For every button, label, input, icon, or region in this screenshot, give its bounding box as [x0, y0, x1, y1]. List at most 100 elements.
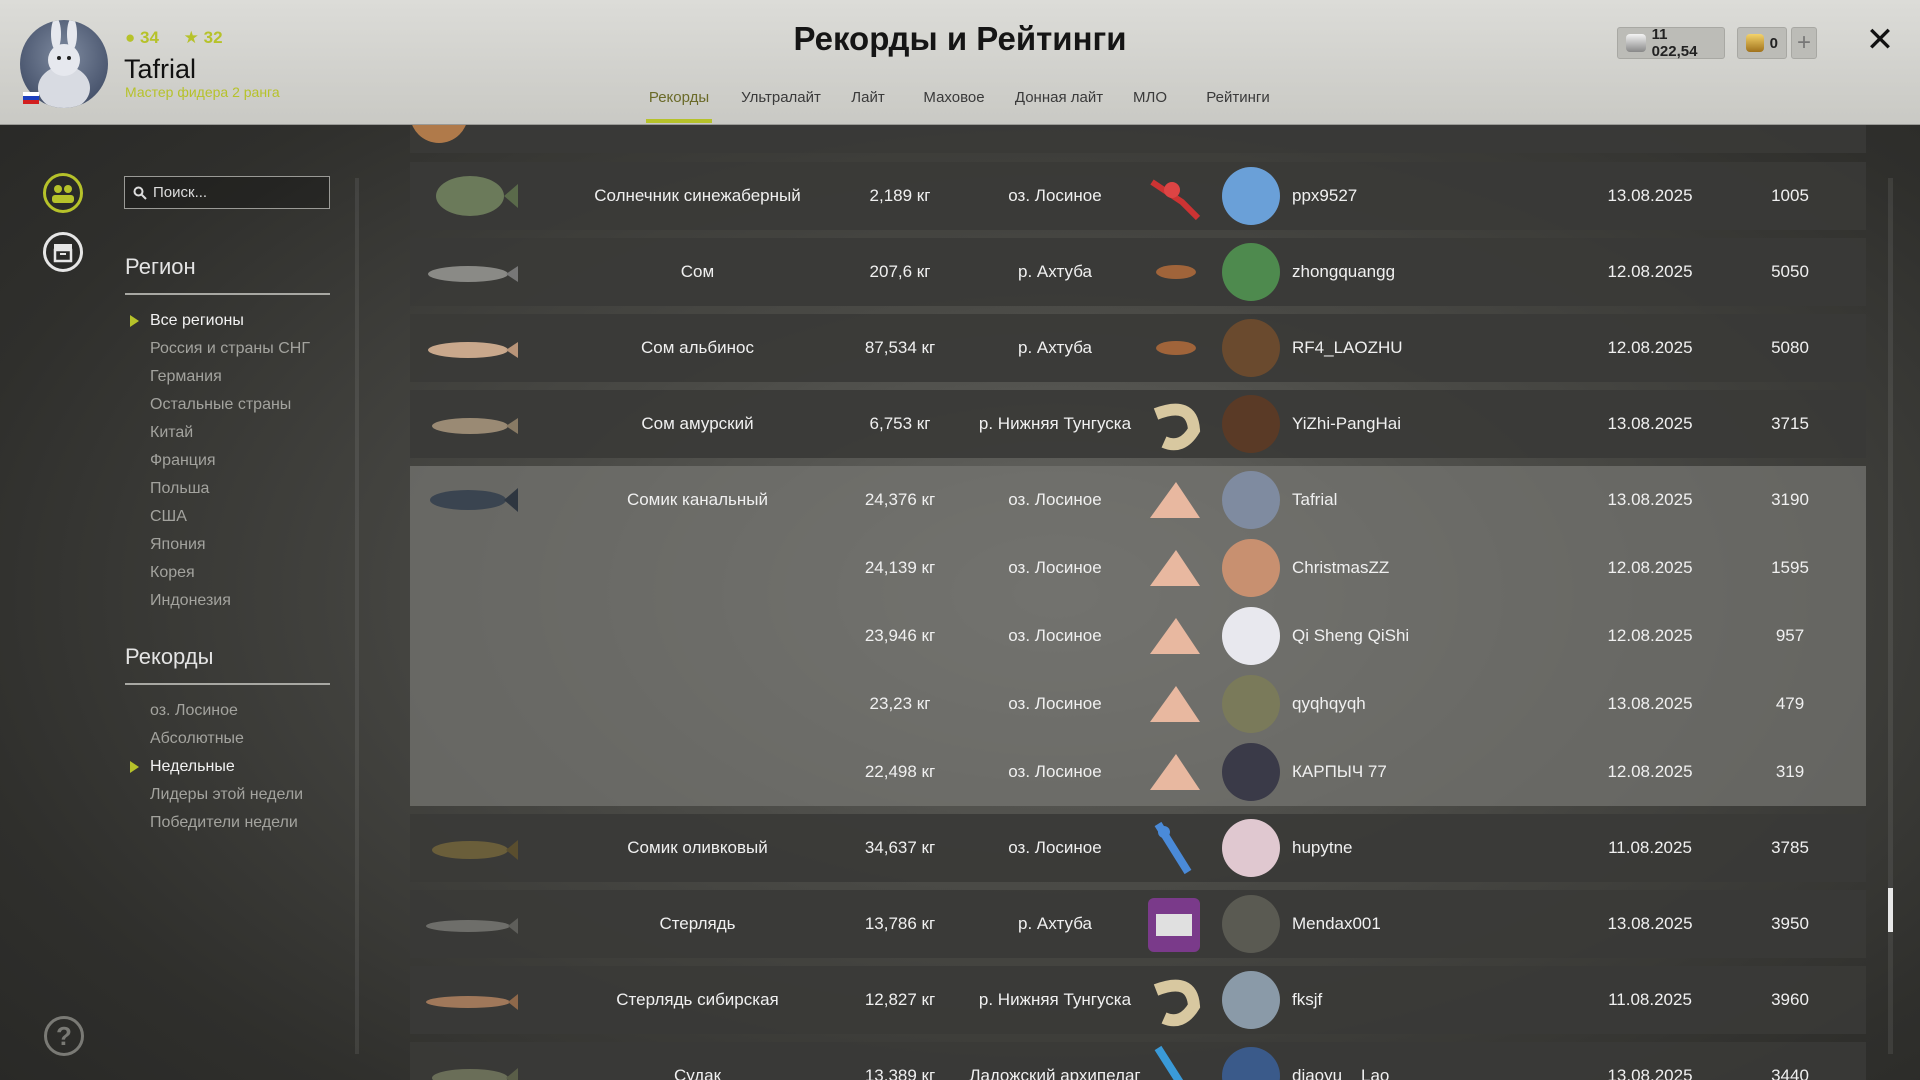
- region-section-title: Регион: [125, 254, 196, 279]
- catch-date: 12.08.2025: [1607, 262, 1693, 281]
- fish-weight: 24,376 кг: [864, 490, 936, 509]
- player-name[interactable]: fksjf: [1292, 966, 1542, 1034]
- tab-ratings[interactable]: Рейтинги: [1202, 89, 1274, 123]
- player-name[interactable]: RF4_LAOZHU: [1292, 314, 1542, 382]
- records-list: оз. Лосиное Абсолютные Недельные Лидеры …: [129, 697, 303, 837]
- location: р. Ахтуба: [1017, 262, 1093, 281]
- table-scrollbar-thumb[interactable]: [1888, 888, 1893, 932]
- tab-bottom-light[interactable]: Донная лайт: [1012, 89, 1106, 123]
- region-item-china[interactable]: Китай: [150, 419, 310, 447]
- catch-date: 13.08.2025: [1607, 914, 1693, 933]
- fish-cut-bait-icon: [1150, 754, 1200, 790]
- fish-weight: 23,946 кг: [864, 626, 936, 645]
- crayfish-lure-icon: [1154, 821, 1192, 875]
- player-avatar: [1222, 167, 1280, 225]
- table-row[interactable]: [410, 125, 1866, 153]
- fish-cut-bait-icon: [1150, 482, 1200, 518]
- tab-ultralight[interactable]: Ультралайт: [738, 89, 824, 123]
- sidebar-scrollbar[interactable]: [355, 178, 359, 1054]
- score: 1595: [1771, 558, 1809, 577]
- records-divider: [125, 683, 330, 685]
- records-item-week-winners[interactable]: Победители недели: [150, 809, 303, 837]
- gold-coin-icon: [1746, 34, 1764, 52]
- region-item-indonesia[interactable]: Индонезия: [150, 587, 310, 615]
- player-name[interactable]: ChristmasZZ: [1292, 534, 1542, 602]
- fish-sunfish-icon: [436, 176, 518, 216]
- fish-weight: 13,786 кг: [864, 914, 936, 933]
- table-row[interactable]: Стерлядь 13,786 кг р. Ахтуба Mendax001 1…: [410, 890, 1866, 958]
- player-avatar: [1222, 971, 1280, 1029]
- region-item-poland[interactable]: Польша: [150, 475, 310, 503]
- region-item-other[interactable]: Остальные страны: [150, 391, 310, 419]
- score: 479: [1775, 694, 1805, 713]
- search-box[interactable]: [124, 176, 330, 209]
- help-icon[interactable]: ?: [44, 1016, 84, 1056]
- region-item-germany[interactable]: Германия: [150, 363, 310, 391]
- player-name[interactable]: zhongquangg: [1292, 238, 1542, 306]
- player-name[interactable]: diaoyu__Lao: [1292, 1042, 1542, 1080]
- records-item-week-leaders[interactable]: Лидеры этой недели: [150, 781, 303, 809]
- search-input[interactable]: [153, 184, 323, 201]
- table-row[interactable]: Сом амурский 6,753 кг р. Нижняя Тунгуска…: [410, 390, 1866, 458]
- table-row[interactable]: Судак 13,389 кг Ладожский архипелаг diao…: [410, 1042, 1866, 1080]
- player-name[interactable]: ppx9527: [1292, 162, 1542, 230]
- player-name[interactable]: hupytne: [1292, 814, 1542, 882]
- location: оз. Лосиное: [1008, 558, 1102, 577]
- score: 3715: [1771, 414, 1809, 433]
- catch-date: 13.08.2025: [1607, 186, 1693, 205]
- location: оз. Лосиное: [1008, 838, 1102, 857]
- tab-float[interactable]: Маховое: [920, 89, 988, 123]
- fish-zander-icon: [432, 1068, 518, 1080]
- expanded-record-group[interactable]: Сомик канальный 24,376 кг оз. Лосиное Ta…: [410, 466, 1866, 806]
- player-name[interactable]: Mendax001: [1292, 890, 1542, 958]
- lure-icon: [1154, 1045, 1184, 1080]
- region-item-france[interactable]: Франция: [150, 447, 310, 475]
- page-title: Рекорды и Рейтинги: [793, 20, 1127, 57]
- fish-name: Сом альбинос: [641, 338, 754, 357]
- table-row[interactable]: Солнечник синежаберный 2,189 кг оз. Лоси…: [410, 162, 1866, 230]
- add-gold-button[interactable]: +: [1791, 27, 1817, 59]
- score: 3440: [1771, 1066, 1809, 1080]
- fish-name: Солнечник синежаберный: [594, 186, 801, 205]
- community-icon[interactable]: [43, 173, 83, 213]
- table-row[interactable]: Сомик оливковый 34,637 кг оз. Лосиное hu…: [410, 814, 1866, 882]
- fish-sterlet-icon: [426, 918, 518, 934]
- crayfish-bait-icon: [1156, 265, 1196, 279]
- table-row[interactable]: Сом 207,6 кг р. Ахтуба zhongquangg 12.08…: [410, 238, 1866, 306]
- region-item-usa[interactable]: США: [150, 503, 310, 531]
- archive-icon[interactable]: [43, 232, 83, 272]
- location: Ладожский архипелаг: [969, 1066, 1141, 1080]
- records-item-absolute[interactable]: Абсолютные: [150, 725, 303, 753]
- fish-albino-catfish-icon: [428, 342, 518, 358]
- player-name[interactable]: Tafrial: [1292, 466, 1542, 534]
- fish-weight: 207,6 кг: [869, 262, 931, 281]
- region-item-japan[interactable]: Япония: [150, 531, 310, 559]
- catch-date: 12.08.2025: [1607, 558, 1693, 577]
- region-item-russia[interactable]: Россия и страны СНГ: [150, 335, 310, 363]
- region-item-all[interactable]: Все регионы: [130, 307, 310, 335]
- table-row[interactable]: Сом альбинос 87,534 кг р. Ахтуба RF4_LAO…: [410, 314, 1866, 382]
- player-name[interactable]: КАРПЫЧ 77: [1292, 738, 1542, 806]
- gold-amount: 0: [1769, 34, 1778, 52]
- region-divider: [125, 293, 330, 295]
- tab-light[interactable]: Лайт: [849, 89, 887, 123]
- location: оз. Лосиное: [1008, 626, 1102, 645]
- player-name[interactable]: YiZhi-PangHai: [1292, 390, 1542, 458]
- close-button[interactable]: ✕: [1862, 22, 1898, 58]
- table-row[interactable]: Стерлядь сибирская 12,827 кг р. Нижняя Т…: [410, 966, 1866, 1034]
- stars-indicator: ★ 32: [183, 28, 223, 47]
- catch-date: 12.08.2025: [1607, 762, 1693, 781]
- records-item-weekly[interactable]: Недельные: [129, 753, 303, 781]
- player-name[interactable]: qyqhqyqh: [1292, 670, 1542, 738]
- region-item-korea[interactable]: Корея: [150, 559, 310, 587]
- fish-catfish-icon: [428, 266, 518, 282]
- player-avatar: [1222, 243, 1280, 301]
- records-item-lake[interactable]: оз. Лосиное: [150, 697, 303, 725]
- tab-records[interactable]: Рекорды: [646, 89, 712, 123]
- score: 3960: [1771, 990, 1809, 1009]
- player-name[interactable]: Qi Sheng QiShi: [1292, 602, 1542, 670]
- records-section-title: Рекорды: [125, 644, 214, 669]
- score: 3190: [1771, 490, 1809, 509]
- location: оз. Лосиное: [1008, 186, 1102, 205]
- tab-mlo[interactable]: МЛО: [1129, 89, 1171, 123]
